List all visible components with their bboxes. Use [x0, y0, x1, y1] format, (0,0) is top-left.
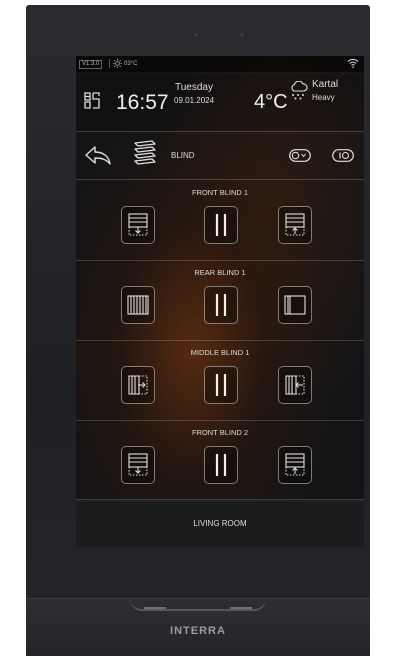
wifi-icon: [347, 58, 359, 68]
blind-close-button[interactable]: [121, 286, 155, 324]
blind-open-icon: [284, 295, 306, 315]
blind-label: FRONT BLIND 1: [191, 188, 249, 197]
blind-stop-button[interactable]: [204, 286, 238, 324]
blind-down-icon: [128, 213, 148, 236]
weather-condition: Heavy: [312, 93, 335, 102]
pause-icon: [215, 214, 227, 236]
blind-list: FRONT BLIND 1 REAR BLIND 1 MIDDLE BLIND …: [76, 181, 364, 501]
room-label: LIVING ROOM: [193, 519, 247, 528]
blind-up-icon: [285, 453, 305, 476]
blind-down-icon: [128, 453, 148, 476]
blind-closed-icon: [127, 295, 149, 315]
digital-clock-icon: [84, 92, 100, 109]
status-bar: V1.3.0 03°C: [76, 56, 364, 72]
blind-row-middle-1: MIDDLE BLIND 1: [76, 341, 364, 421]
sensor-dot: [194, 33, 198, 37]
toggle-off-icon[interactable]: [289, 149, 311, 162]
device-bottom-panel: INTERRA: [26, 598, 370, 656]
screen: V1.3.0 03°C 16:57 Tuesday 09.01.2024 4°C…: [76, 56, 364, 547]
inner-temp: 03°C: [109, 59, 137, 68]
back-icon[interactable]: [84, 144, 112, 166]
blind-left-icon: [285, 375, 305, 395]
pause-icon: [215, 374, 227, 396]
inner-temp-value: 03°C: [124, 60, 138, 67]
mode-label: BLIND: [171, 151, 195, 160]
blind-stop-button[interactable]: [204, 206, 238, 244]
notch-bar: [144, 607, 166, 609]
snow-cloud-icon: [291, 81, 308, 100]
brand-logo: INTERRA: [170, 625, 226, 637]
pause-icon: [215, 294, 227, 316]
notch-bar: [230, 607, 252, 609]
toggle-io-icon[interactable]: [332, 149, 354, 162]
blind-label: REAR BLIND 1: [194, 268, 246, 277]
blind-up-button[interactable]: [278, 206, 312, 244]
blind-slide-left-button[interactable]: [278, 366, 312, 404]
version-badge: V1.3.0: [79, 60, 103, 69]
clock-time: 16:57: [116, 91, 169, 114]
outdoor-temperature: 4°C: [254, 91, 288, 113]
blind-row-front-2: FRONT BLIND 2: [76, 421, 364, 501]
blind-stop-button[interactable]: [204, 366, 238, 404]
blind-row-front-1: FRONT BLIND 1: [76, 181, 364, 261]
date: 09.01.2024: [174, 96, 215, 105]
blind-open-button[interactable]: [278, 286, 312, 324]
city-name: Kartal: [312, 79, 339, 90]
blind-right-icon: [128, 375, 148, 395]
weekday: Tuesday: [175, 82, 213, 93]
blind-icon: [134, 140, 156, 165]
bottom-notch: [130, 599, 266, 611]
blind-label: MIDDLE BLIND 1: [190, 348, 250, 357]
weather-panel: 16:57 Tuesday 09.01.2024 4°C Kartal Heav…: [76, 74, 364, 130]
room-selector[interactable]: LIVING ROOM: [76, 499, 364, 547]
sensor-dot: [240, 33, 244, 37]
blind-up-button[interactable]: [278, 446, 312, 484]
blind-down-button[interactable]: [121, 446, 155, 484]
toolbar: BLIND: [76, 131, 364, 180]
sun-icon: [113, 59, 122, 68]
blind-slide-right-button[interactable]: [121, 366, 155, 404]
blind-down-button[interactable]: [121, 206, 155, 244]
blind-up-icon: [285, 213, 305, 236]
blind-row-rear-1: REAR BLIND 1: [76, 261, 364, 341]
blind-stop-button[interactable]: [204, 446, 238, 484]
pause-icon: [215, 454, 227, 476]
blind-label: FRONT BLIND 2: [191, 428, 249, 437]
